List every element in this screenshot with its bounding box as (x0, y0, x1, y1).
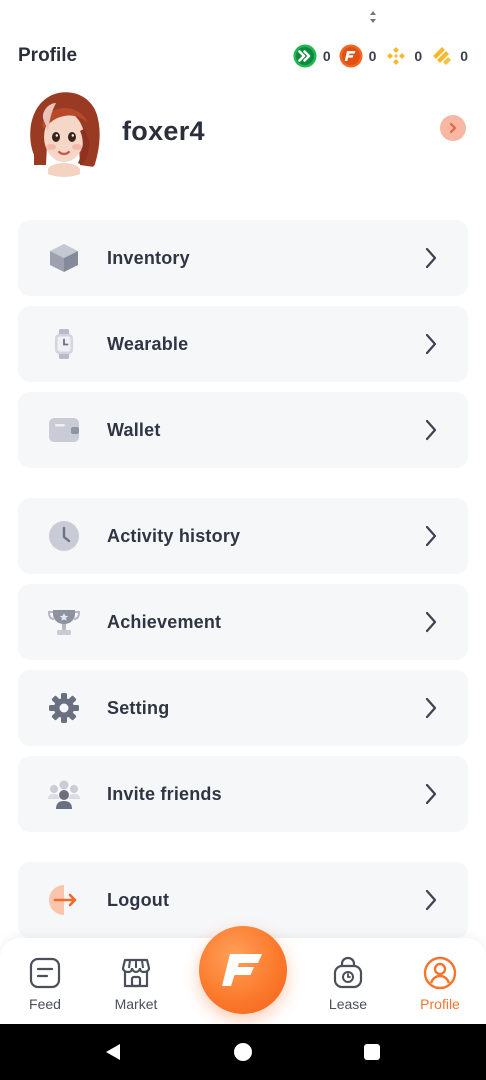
menu-item-label: Logout (107, 889, 170, 910)
menu-item-wallet[interactable]: Wallet (18, 392, 468, 468)
nav-item-lease[interactable]: Lease (313, 956, 383, 1012)
profile-icon (423, 956, 457, 990)
top-bar: Profile 0 0 0 0 (18, 40, 468, 72)
busd-token-icon (433, 47, 452, 65)
chevron-right-icon (425, 697, 437, 719)
chevron-right-icon (425, 611, 437, 633)
system-navigation-bar (0, 1024, 486, 1080)
sort-indicator-icon (370, 11, 376, 23)
logout-icon (46, 882, 82, 918)
trophy-icon (46, 604, 82, 640)
menu-item-invite-friends[interactable]: Invite friends (18, 756, 468, 832)
bottom-navigation: Feed Market Lease Profile (0, 926, 486, 1024)
recents-icon[interactable] (364, 1044, 380, 1060)
avatar[interactable] (18, 85, 110, 177)
wallet-icon (46, 412, 82, 448)
watch-icon (46, 326, 82, 362)
nav-label: Feed (29, 996, 61, 1012)
nav-label: Lease (328, 996, 368, 1012)
green-arrow-token-icon (293, 44, 317, 68)
menu-item-achievement[interactable]: Achievement (18, 584, 468, 660)
feed-icon (29, 957, 61, 989)
menu-item-wearable[interactable]: Wearable (18, 306, 468, 382)
username: foxer4 (122, 115, 205, 146)
token-balances[interactable]: 0 0 0 0 (285, 44, 468, 68)
chevron-right-icon (425, 889, 437, 911)
nav-label: Market (114, 996, 158, 1012)
menu-item-label: Inventory (107, 247, 190, 268)
avatar-icon (18, 85, 110, 177)
token-balance-busd: 0 (430, 44, 468, 68)
nav-item-feed[interactable]: Feed (10, 956, 80, 1012)
menu-item-activity-history[interactable]: Activity history (18, 498, 468, 574)
nav-item-market[interactable]: Market (101, 956, 171, 1012)
menu-item-setting[interactable]: Setting (18, 670, 468, 746)
profile-detail-button[interactable] (440, 115, 466, 141)
market-icon (121, 958, 151, 988)
chevron-right-icon (425, 419, 437, 441)
back-icon[interactable] (104, 1043, 122, 1061)
menu-item-label: Wallet (107, 419, 161, 440)
token-balance-orange: 0 (339, 44, 377, 68)
chevron-right-icon (425, 247, 437, 269)
menu-item-inventory[interactable]: Inventory (18, 220, 468, 296)
center-action-button[interactable] (199, 926, 287, 1014)
token-amount: 0 (322, 48, 331, 64)
menu-item-label: Wearable (107, 333, 189, 354)
token-amount: 0 (368, 48, 377, 64)
token-balance-green: 0 (293, 44, 331, 68)
gear-icon (46, 690, 82, 726)
menu-item-label: Invite friends (107, 783, 222, 804)
chevron-right-icon (425, 783, 437, 805)
token-amount: 0 (414, 48, 423, 64)
page-title: Profile (18, 45, 78, 66)
home-icon[interactable] (234, 1043, 252, 1061)
chevron-right-icon (425, 525, 437, 547)
menu-item-label: Activity history (107, 525, 241, 546)
clock-icon (46, 518, 82, 554)
nav-label: Profile (420, 996, 460, 1012)
brand-f-icon (222, 954, 262, 986)
bnb-token-icon (387, 47, 406, 65)
people-icon (46, 776, 82, 812)
token-balance-bnb: 0 (384, 44, 422, 68)
lease-icon (333, 956, 363, 989)
token-amount: 0 (460, 48, 468, 64)
menu-item-label: Setting (107, 697, 170, 718)
cube-icon (46, 240, 82, 276)
orange-f-token-icon (339, 44, 363, 68)
chevron-right-icon (425, 333, 437, 355)
profile-summary[interactable]: foxer4 (18, 85, 468, 177)
chevron-right-icon (450, 123, 456, 133)
nav-item-profile[interactable]: Profile (405, 956, 475, 1012)
menu-item-label: Achievement (107, 611, 222, 632)
